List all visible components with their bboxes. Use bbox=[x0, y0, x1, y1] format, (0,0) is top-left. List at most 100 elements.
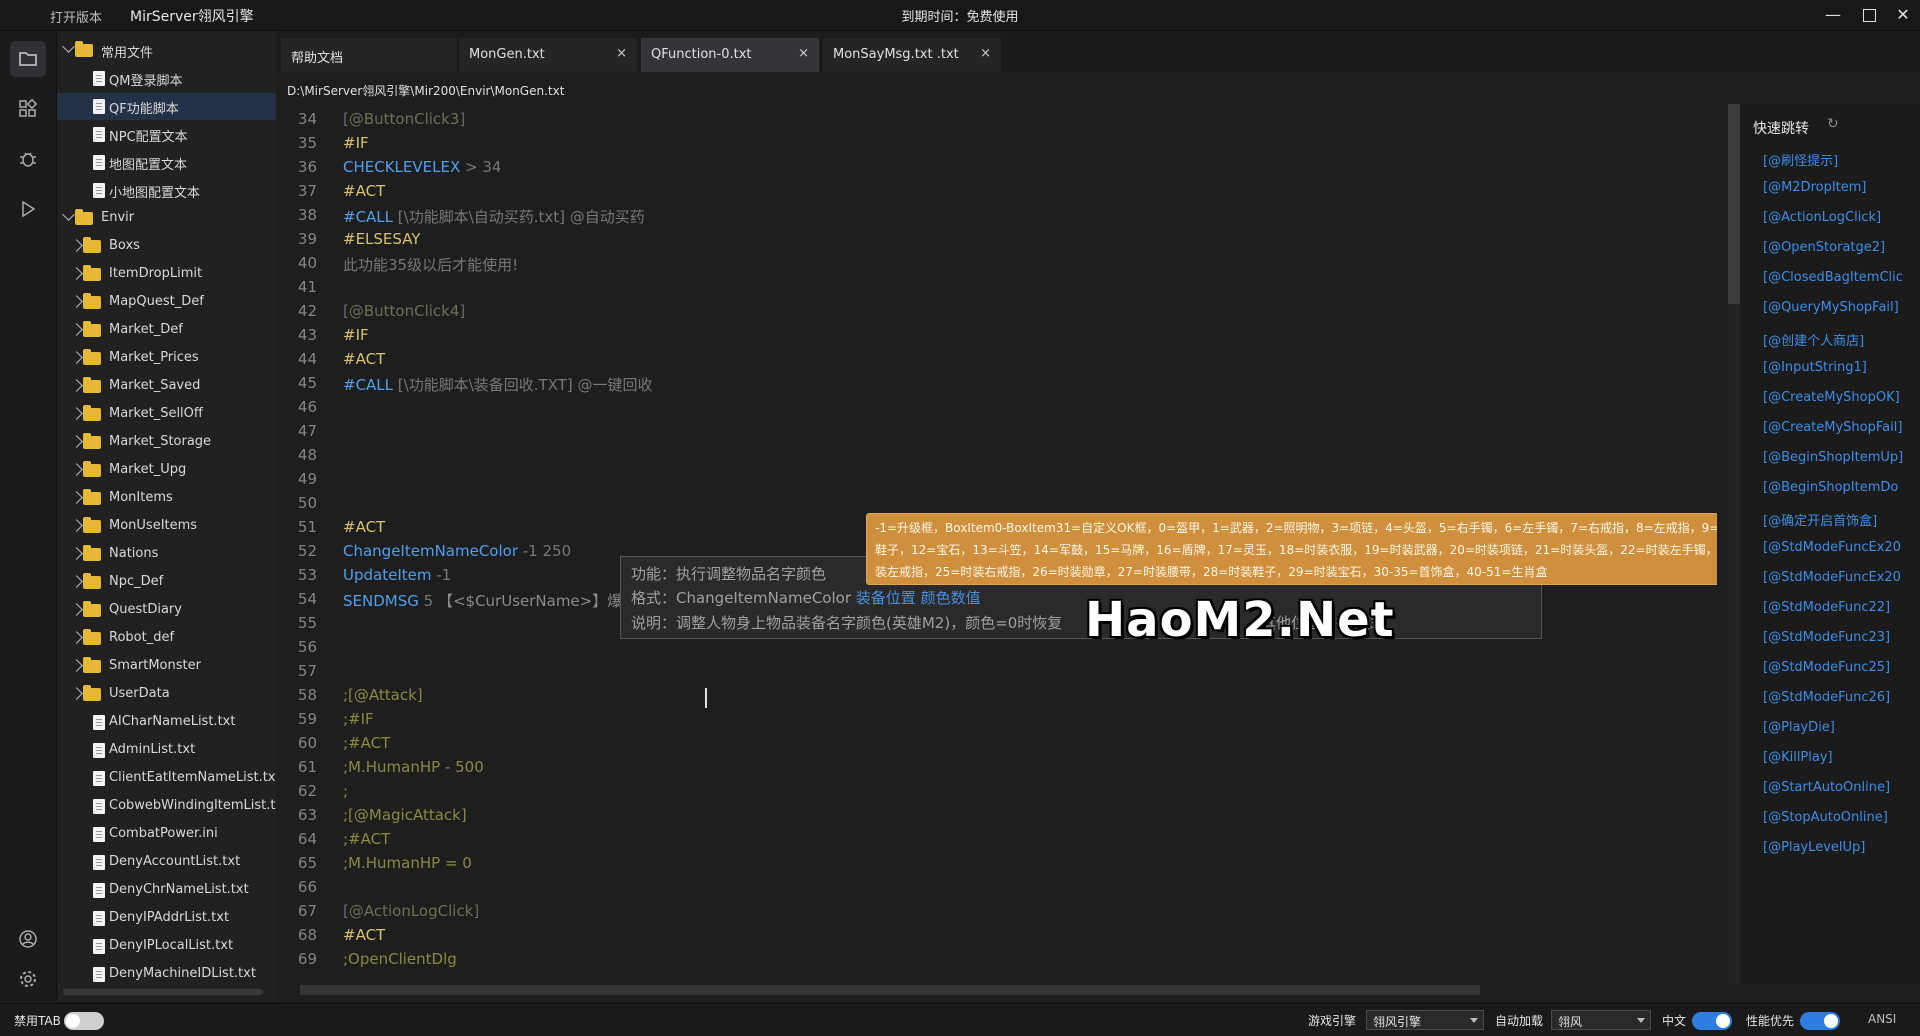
code-editor[interactable]: 34 [@ButtonClick3] 35 #IF 36 CHECKLEVELEX > 3… bbox=[277, 104, 1717, 984]
quick-jump-item[interactable]: [@M2DropItem] bbox=[1763, 180, 1867, 195]
encoding-indicator[interactable]: ANSI bbox=[1868, 1012, 1896, 1026]
code-line[interactable]: 62; bbox=[277, 782, 1717, 806]
code-line[interactable]: 63 ;[@MagicAttack] bbox=[277, 806, 1717, 830]
chevron-down-icon[interactable] bbox=[62, 208, 75, 221]
code-line[interactable]: 42 [@ButtonClick4] bbox=[277, 302, 1717, 326]
quick-jump-item[interactable]: [@StdModeFunc26] bbox=[1763, 690, 1890, 705]
chevron-right-icon[interactable] bbox=[70, 603, 83, 616]
chevron-right-icon[interactable] bbox=[70, 547, 83, 560]
code-line[interactable]: 61 ;M.HumanHP - 500 bbox=[277, 758, 1717, 782]
code-line[interactable]: 64 ;#ACT bbox=[277, 830, 1717, 854]
tree-folder[interactable]: Market_Storage bbox=[57, 429, 276, 456]
quick-jump-item[interactable]: [@创建个人商店] bbox=[1763, 330, 1864, 349]
quick-jump-item[interactable]: [@PlayDie] bbox=[1763, 720, 1835, 735]
quick-jump-item[interactable]: [@StdModeFunc25] bbox=[1763, 660, 1890, 675]
chevron-right-icon[interactable] bbox=[70, 463, 83, 476]
tree-folder[interactable]: Nations bbox=[57, 541, 276, 568]
chevron-right-icon[interactable] bbox=[70, 407, 83, 420]
quick-jump-item[interactable]: [@QueryMyShopFail] bbox=[1763, 300, 1899, 315]
hover-param-color-link[interactable]: 颜色数值 bbox=[921, 589, 981, 607]
tree-folder[interactable]: Market_SellOff bbox=[57, 401, 276, 428]
quick-jump-item[interactable]: [@StdModeFuncEx20 bbox=[1763, 570, 1901, 585]
tab-monsaymsg[interactable]: MonSayMsg.txt .txt × bbox=[823, 38, 1001, 72]
tree-folder[interactable]: Envir bbox=[57, 205, 276, 232]
tree-file[interactable]: DenyAccountList.txt bbox=[57, 849, 276, 876]
explorer-horizontal-scrollbar[interactable] bbox=[63, 989, 263, 995]
quick-jump-item[interactable]: [@OpenStoratge2] bbox=[1763, 240, 1885, 255]
code-line[interactable]: 34 [@ButtonClick3] bbox=[277, 110, 1717, 134]
chevron-right-icon[interactable] bbox=[70, 659, 83, 672]
tree-folder[interactable]: 常用文件 bbox=[57, 37, 276, 64]
tab-help-docs[interactable]: 帮助文档 bbox=[281, 38, 457, 72]
code-line[interactable]: 49 bbox=[277, 470, 1717, 494]
code-line[interactable]: 48 bbox=[277, 446, 1717, 470]
chevron-right-icon[interactable] bbox=[70, 687, 83, 700]
refresh-icon[interactable]: ↻ bbox=[1827, 116, 1839, 132]
quick-jump-item[interactable]: [@BeginShopItemDo bbox=[1763, 480, 1898, 495]
code-line[interactable]: 44 #ACT bbox=[277, 350, 1717, 374]
quick-jump-item[interactable]: [@确定开启首饰盒] bbox=[1763, 510, 1877, 529]
chinese-toggle[interactable] bbox=[1692, 1012, 1732, 1030]
quick-jump-item[interactable]: [@StdModeFuncEx20 bbox=[1763, 540, 1901, 555]
chevron-right-icon[interactable] bbox=[70, 491, 83, 504]
tree-file[interactable]: CombatPower.ini bbox=[57, 821, 276, 848]
quick-jump-item[interactable]: [@刷怪提示] bbox=[1763, 150, 1838, 169]
tab-qfunction[interactable]: QFunction-0.txt × bbox=[641, 38, 819, 72]
minimize-icon[interactable]: — bbox=[1820, 3, 1846, 27]
tree-folder[interactable]: Market_Def bbox=[57, 317, 276, 344]
tree-file[interactable]: AICharNameList.txt bbox=[57, 709, 276, 736]
explorer-icon[interactable] bbox=[10, 41, 46, 77]
tree-file[interactable]: QM登录脚本 bbox=[57, 65, 276, 92]
tree-folder[interactable]: QuestDiary bbox=[57, 597, 276, 624]
tree-file[interactable]: DenyMachineIDList.txt bbox=[57, 961, 276, 988]
tree-file[interactable]: DenyIPLocalList.txt bbox=[57, 933, 276, 960]
editor-scroll-thumb[interactable] bbox=[1728, 104, 1740, 304]
code-line[interactable]: 69 ;OpenClientDlg bbox=[277, 950, 1717, 974]
hover-param-position-link[interactable]: 装备位置 bbox=[856, 589, 916, 607]
tree-file[interactable]: DenyChrNameList.txt bbox=[57, 877, 276, 904]
tab-close-icon[interactable]: × bbox=[980, 46, 991, 61]
tree-folder[interactable]: Market_Upg bbox=[57, 457, 276, 484]
quick-jump-item[interactable]: [@CreateMyShopFail] bbox=[1763, 420, 1902, 435]
run-icon[interactable] bbox=[10, 191, 46, 227]
tree-file[interactable]: QF功能脚本 bbox=[57, 93, 276, 120]
tab-close-icon[interactable]: × bbox=[798, 46, 809, 61]
tree-file[interactable]: ClientEatItemNameList.txt bbox=[57, 765, 276, 792]
chevron-right-icon[interactable] bbox=[70, 435, 83, 448]
quick-jump-item[interactable]: [@StopAutoOnline] bbox=[1763, 810, 1888, 825]
tree-file[interactable]: NPC配置文本 bbox=[57, 121, 276, 148]
chevron-down-icon[interactable] bbox=[62, 40, 75, 53]
tab-close-icon[interactable]: × bbox=[616, 46, 627, 61]
code-line[interactable]: 37 #ACT bbox=[277, 182, 1717, 206]
open-version-menu[interactable]: 打开版本 bbox=[50, 7, 102, 26]
chevron-right-icon[interactable] bbox=[70, 239, 83, 252]
code-line[interactable]: 40 此功能35级以后才能使用! bbox=[277, 254, 1717, 278]
editor-horizontal-scrollbar[interactable] bbox=[300, 985, 1480, 995]
tree-folder[interactable]: ItemDropLimit bbox=[57, 261, 276, 288]
close-icon[interactable]: ✕ bbox=[1890, 3, 1916, 27]
code-line[interactable]: 56 bbox=[277, 638, 1717, 662]
autoload-select[interactable]: 翎风 bbox=[1551, 1010, 1651, 1030]
tree-folder[interactable]: UserData bbox=[57, 681, 276, 708]
code-line[interactable]: 66 bbox=[277, 878, 1717, 902]
tree-file[interactable]: AdminList.txt bbox=[57, 737, 276, 764]
code-line[interactable]: 67 [@ActionLogClick] bbox=[277, 902, 1717, 926]
quick-jump-item[interactable]: [@StartAutoOnline] bbox=[1763, 780, 1890, 795]
chevron-right-icon[interactable] bbox=[70, 575, 83, 588]
code-line[interactable]: 68 #ACT bbox=[277, 926, 1717, 950]
tree-file[interactable]: 地图配置文本 bbox=[57, 149, 276, 176]
code-line[interactable]: 41 bbox=[277, 278, 1717, 302]
tree-folder[interactable]: Boxs bbox=[57, 233, 276, 260]
code-line[interactable]: 38 #CALL [\功能脚本\自动买药.txt] @自动买药 bbox=[277, 206, 1717, 230]
quick-jump-item[interactable]: [@StdModeFunc22] bbox=[1763, 600, 1890, 615]
tree-file[interactable]: DenyIPAddrList.txt bbox=[57, 905, 276, 932]
tree-folder[interactable]: Market_Prices bbox=[57, 345, 276, 372]
chevron-right-icon[interactable] bbox=[70, 631, 83, 644]
chevron-right-icon[interactable] bbox=[70, 267, 83, 280]
tree-folder[interactable]: Npc_Def bbox=[57, 569, 276, 596]
settings-gear-icon[interactable] bbox=[10, 961, 46, 997]
performance-toggle[interactable] bbox=[1800, 1012, 1840, 1030]
quick-jump-item[interactable]: [@StdModeFunc23] bbox=[1763, 630, 1890, 645]
tab-mongen[interactable]: MonGen.txt × bbox=[459, 38, 637, 72]
code-line[interactable]: 65 ;M.HumanHP = 0 bbox=[277, 854, 1717, 878]
